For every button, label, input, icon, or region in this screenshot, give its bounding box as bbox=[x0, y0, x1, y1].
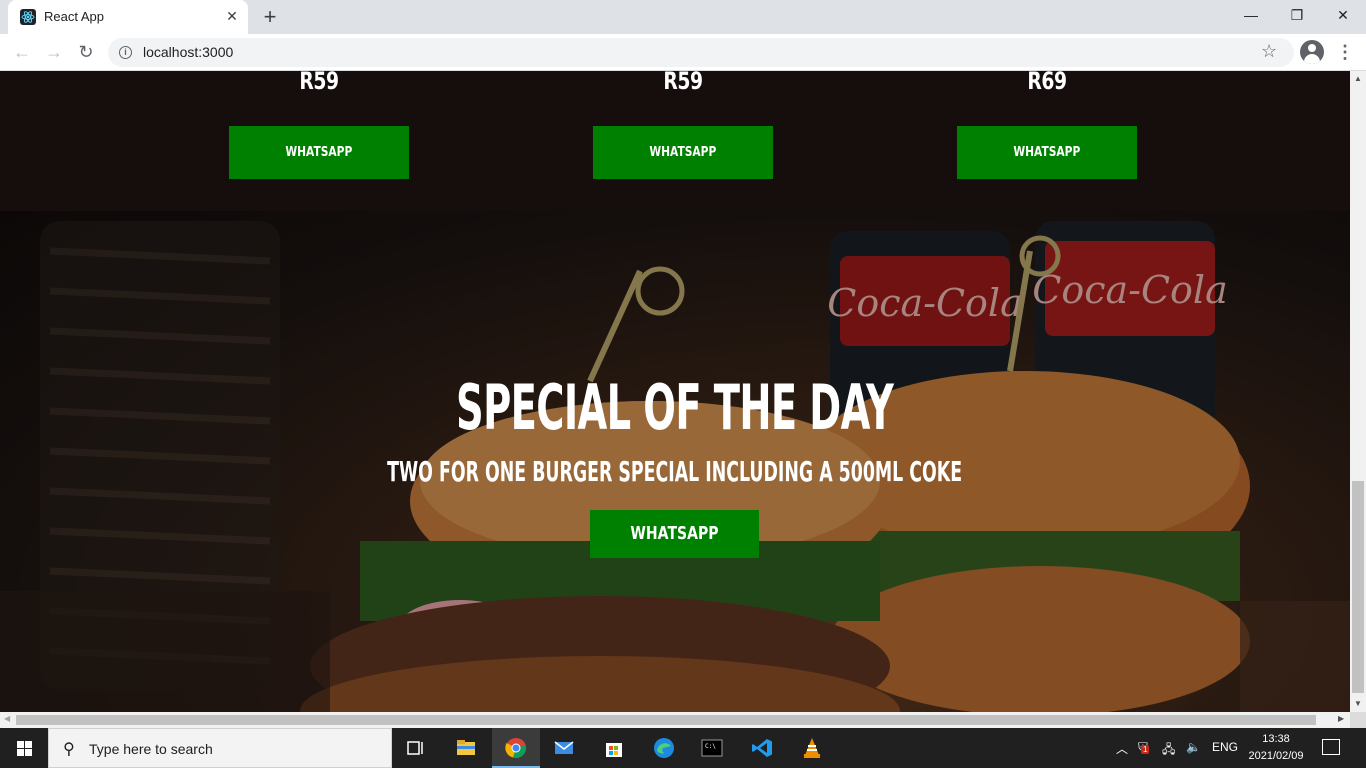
language-indicator[interactable]: ENG bbox=[1212, 740, 1238, 754]
whatsapp-button[interactable]: WHATSAPP bbox=[957, 126, 1137, 179]
hero-subtitle: TWO FOR ONE BURGER SPECIAL INCLUDING A 5… bbox=[0, 455, 1350, 488]
clock-time: 13:38 bbox=[1262, 733, 1290, 745]
browser-menu-icon[interactable]: ⋮ bbox=[1336, 40, 1354, 64]
whatsapp-button-label: WHATSAPP bbox=[285, 145, 353, 160]
scrollbar-corner bbox=[1350, 712, 1366, 728]
network-icon[interactable]: 🖧 bbox=[1162, 740, 1175, 761]
tab-close-icon[interactable]: ✕ bbox=[224, 8, 240, 24]
menu-item-price: R69 bbox=[1027, 71, 1067, 95]
window-close-button[interactable]: ✕ bbox=[1320, 0, 1366, 30]
browser-toolbar: ← → ↻ i localhost:3000 ☆ ⋮ bbox=[0, 34, 1366, 71]
hero-whatsapp-button[interactable]: WHATSAPP bbox=[590, 510, 759, 558]
hero-whatsapp-button-label: WHATSAPP bbox=[630, 523, 719, 544]
react-favicon-icon bbox=[20, 9, 36, 25]
new-tab-button[interactable]: + bbox=[258, 6, 282, 28]
scroll-down-arrow-icon[interactable]: ▼ bbox=[1354, 699, 1362, 708]
hero-title-text: SPECIAL OF THE DAY bbox=[456, 371, 894, 444]
windows-taskbar: ⚲ Type here to search C:\ ︿ ⛨ 1 🖧 🔈 ENG … bbox=[0, 728, 1366, 768]
reload-icon[interactable]: ↻ bbox=[74, 40, 98, 64]
microsoft-store-icon[interactable] bbox=[590, 728, 638, 768]
browser-tab[interactable]: React App ✕ bbox=[8, 0, 248, 34]
tab-title: React App bbox=[44, 9, 104, 24]
whatsapp-button[interactable]: WHATSAPP bbox=[229, 126, 409, 179]
menu-items-section: R59 WHATSAPP R59 WHATSAPP R69 WHATSAPP bbox=[0, 71, 1350, 211]
vertical-scrollbar[interactable]: ▲ ▼ bbox=[1350, 71, 1366, 712]
special-of-the-day-hero: Coca-Cola Coca-Cola SPECIAL OF THE DAY T… bbox=[0, 211, 1350, 712]
windows-start-icon[interactable] bbox=[0, 728, 48, 768]
terminal-icon[interactable]: C:\ bbox=[688, 728, 736, 768]
edge-icon[interactable] bbox=[640, 728, 688, 768]
scroll-left-arrow-icon[interactable]: ◀ bbox=[4, 714, 10, 723]
mail-icon[interactable] bbox=[540, 728, 588, 768]
file-explorer-icon[interactable] bbox=[442, 728, 490, 768]
window-minimize-button[interactable]: — bbox=[1228, 0, 1274, 30]
show-hidden-icons-chevron-icon[interactable]: ︿ bbox=[1116, 740, 1128, 757]
back-arrow-icon[interactable]: ← bbox=[10, 40, 34, 64]
whatsapp-button[interactable]: WHATSAPP bbox=[593, 126, 773, 179]
search-icon: ⚲ bbox=[63, 741, 75, 758]
horizontal-scroll-thumb[interactable] bbox=[16, 715, 1316, 725]
forward-arrow-icon[interactable]: → bbox=[42, 40, 66, 64]
vlc-icon[interactable] bbox=[788, 728, 836, 768]
address-bar[interactable]: i localhost:3000 ☆ bbox=[108, 38, 1294, 67]
whatsapp-button-label: WHATSAPP bbox=[1013, 145, 1081, 160]
browser-titlebar: React App ✕ + — ❐ ✕ bbox=[0, 0, 1366, 34]
menu-item-price: R59 bbox=[663, 71, 703, 95]
hero-subtitle-text: TWO FOR ONE BURGER SPECIAL INCLUDING A 5… bbox=[387, 455, 963, 488]
clock-date: 2021/02/09 bbox=[1248, 750, 1304, 762]
task-view-icon[interactable] bbox=[392, 728, 440, 768]
volume-icon[interactable]: 🔈 bbox=[1186, 740, 1201, 754]
bookmark-star-icon[interactable]: ☆ bbox=[1261, 41, 1277, 62]
system-clock[interactable]: 13:38 2021/02/09 bbox=[1240, 731, 1312, 765]
scroll-up-arrow-icon[interactable]: ▲ bbox=[1354, 74, 1362, 83]
page-viewport: R59 WHATSAPP R59 WHATSAPP R69 WHATSAPP C… bbox=[0, 71, 1350, 712]
chrome-icon[interactable] bbox=[492, 728, 540, 768]
whatsapp-button-label: WHATSAPP bbox=[649, 145, 717, 160]
url-text[interactable]: localhost:3000 bbox=[143, 44, 233, 60]
search-placeholder[interactable]: Type here to search bbox=[89, 741, 213, 757]
svg-text:C:\: C:\ bbox=[705, 743, 716, 750]
window-maximize-button[interactable]: ❐ bbox=[1274, 0, 1320, 30]
horizontal-scrollbar[interactable]: ◀ ▶ bbox=[0, 712, 1350, 728]
info-icon[interactable]: i bbox=[119, 46, 132, 59]
scroll-right-arrow-icon[interactable]: ▶ bbox=[1338, 714, 1344, 723]
profile-icon[interactable] bbox=[1300, 40, 1324, 64]
vertical-scroll-thumb[interactable] bbox=[1352, 481, 1364, 693]
action-center-icon[interactable] bbox=[1322, 739, 1340, 755]
notification-count-badge: 1 bbox=[1141, 745, 1150, 754]
vs-code-icon[interactable] bbox=[738, 728, 786, 768]
menu-item-price: R59 bbox=[299, 71, 339, 95]
taskbar-search-box[interactable]: ⚲ Type here to search bbox=[48, 728, 392, 768]
hero-title: SPECIAL OF THE DAY bbox=[0, 371, 1350, 444]
